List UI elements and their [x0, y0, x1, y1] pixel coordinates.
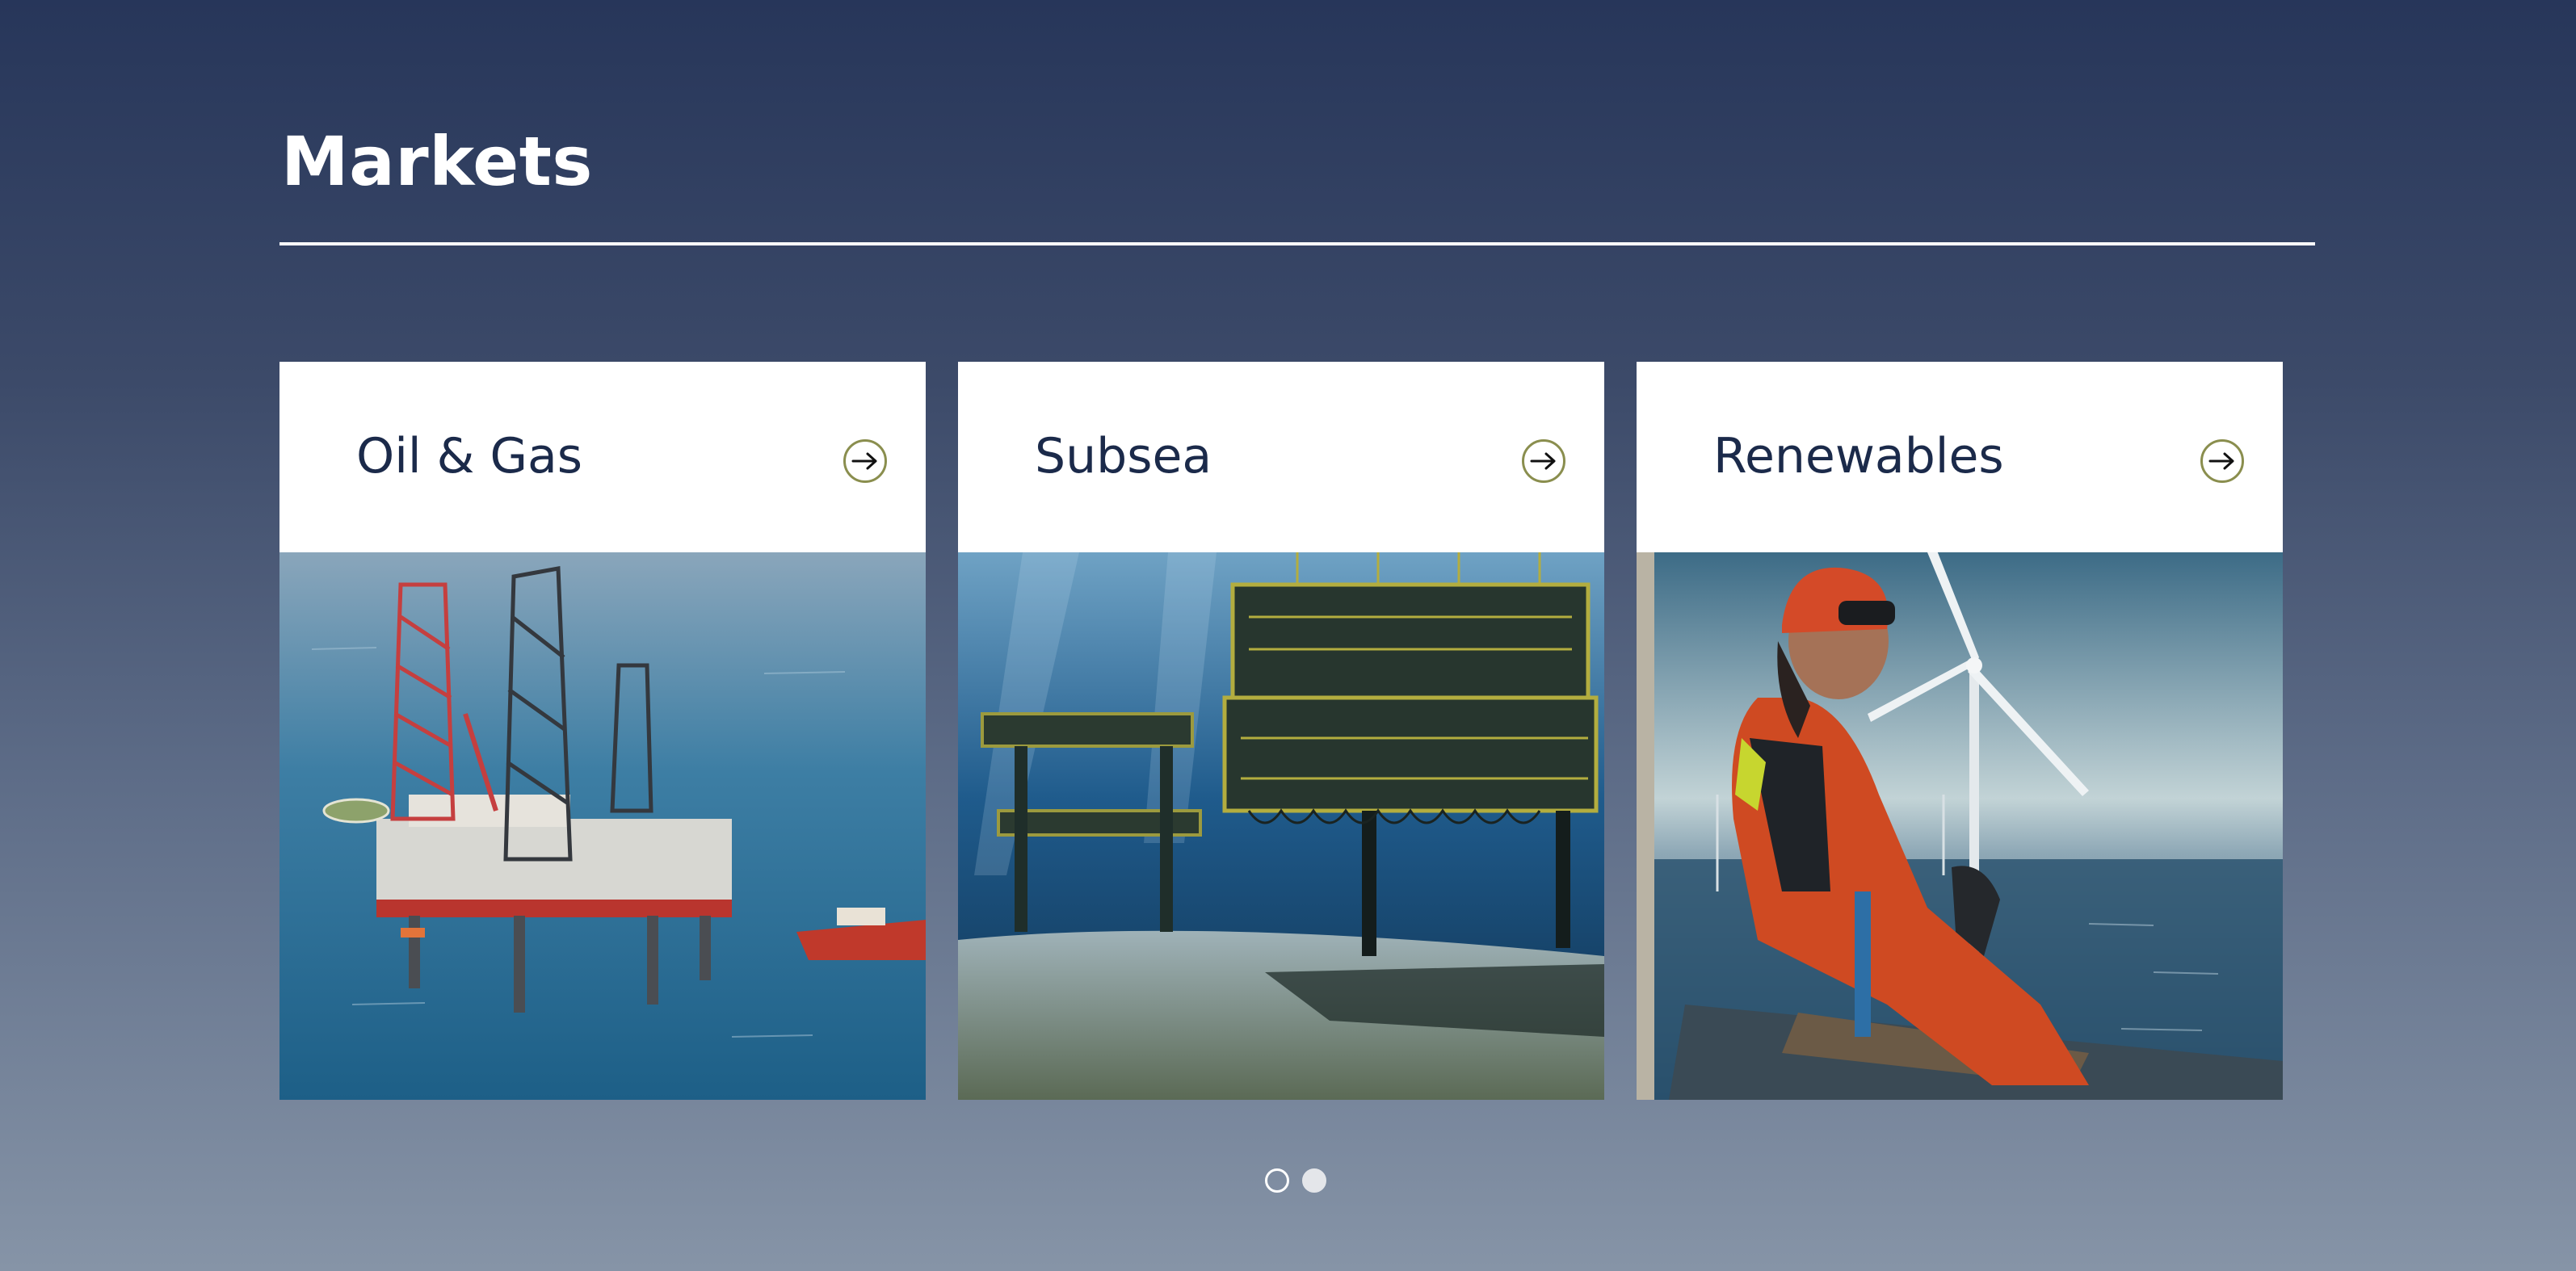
arrow-right-icon[interactable] — [2200, 439, 2244, 483]
offshore-oil-rig-image — [279, 552, 926, 1100]
title-divider — [279, 242, 2315, 245]
carousel-pagination — [1265, 1168, 1326, 1193]
card-header: Oil & Gas — [279, 362, 926, 552]
card-title: Oil & Gas — [356, 428, 583, 484]
section-title: Markets — [281, 122, 593, 201]
arrow-right-icon[interactable] — [843, 439, 887, 483]
market-card-renewables[interactable]: Renewables — [1637, 362, 2283, 1100]
wind-technician-image — [1637, 552, 2283, 1100]
card-header: Renewables — [1637, 362, 2283, 552]
market-card-oil-gas[interactable]: Oil & Gas — [279, 362, 926, 1100]
carousel-dot-1[interactable] — [1265, 1168, 1289, 1193]
arrow-right-icon[interactable] — [1522, 439, 1565, 483]
card-title: Renewables — [1713, 428, 2004, 484]
market-card-subsea[interactable]: Subsea — [958, 362, 1604, 1100]
card-header: Subsea — [958, 362, 1604, 552]
subsea-structure-image — [958, 552, 1604, 1100]
carousel-dot-2[interactable] — [1302, 1168, 1326, 1193]
card-title: Subsea — [1035, 428, 1212, 484]
